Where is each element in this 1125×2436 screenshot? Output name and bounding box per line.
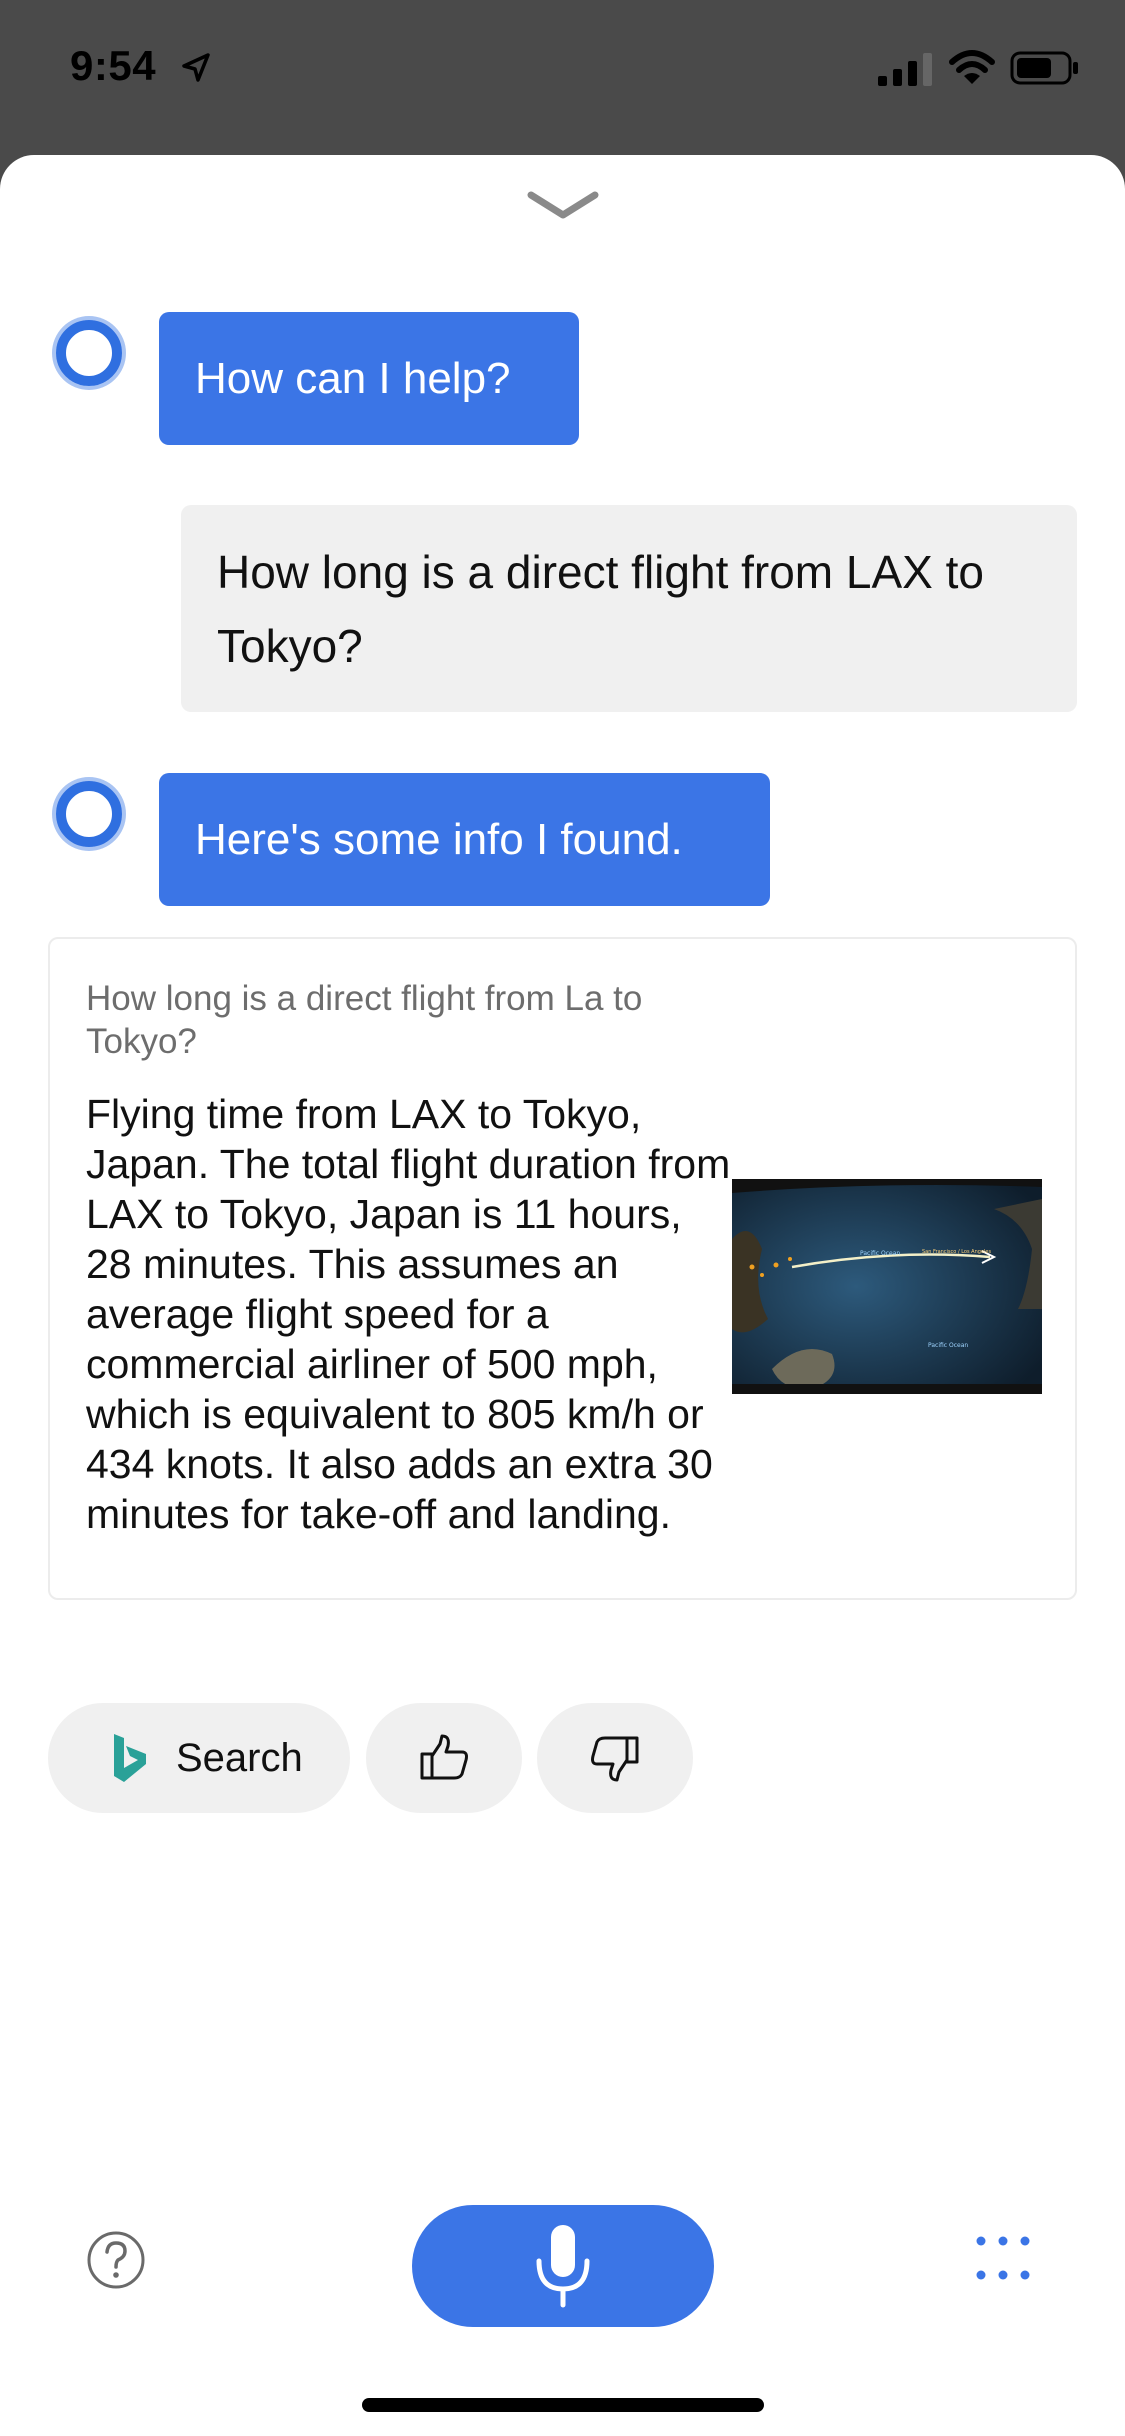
more-dots-icon[interactable] — [975, 2233, 1031, 2283]
help-icon[interactable] — [86, 2230, 146, 2290]
user-query-text: How long is a direct flight from LAX to … — [217, 546, 984, 672]
bing-logo-icon — [114, 1734, 146, 1782]
search-button-label: Search — [176, 1735, 303, 1780]
assistant-response-text: Here's some info I found. — [195, 814, 683, 864]
battery-icon — [1010, 51, 1078, 85]
search-button[interactable]: Search — [48, 1703, 350, 1813]
status-time: 9:54 — [70, 42, 157, 89]
assistant-greeting-bubble: How can I help? — [159, 312, 579, 445]
like-button[interactable] — [366, 1703, 522, 1813]
cortana-icon — [56, 781, 122, 847]
answer-card-body: Flying time from LAX to Tokyo, Japan. Th… — [86, 1091, 731, 1537]
answer-card[interactable]: How long is a direct flight from La to T… — [48, 937, 1077, 1600]
answer-card-question: How long is a direct flight from La to T… — [86, 979, 643, 1061]
microphone-button[interactable] — [412, 2205, 714, 2327]
thumbs-down-icon — [591, 1736, 639, 1782]
wifi-icon — [949, 50, 995, 84]
cortana-icon — [56, 320, 122, 386]
assistant-greeting-text: How can I help? — [195, 353, 511, 403]
location-arrow-icon — [182, 53, 210, 82]
chevron-down-icon[interactable] — [525, 185, 601, 225]
assistant-sheet: How can I help? How long is a direct fli… — [0, 155, 1125, 2436]
status-bar: 9:54 — [0, 0, 1125, 150]
thumbs-up-icon — [420, 1734, 468, 1780]
cellular-signal-icon — [878, 53, 932, 86]
flight-map-image[interactable]: Pacific Ocean San Francisco / Los Angele… — [732, 1179, 1042, 1394]
dislike-button[interactable] — [537, 1703, 693, 1813]
microphone-icon — [536, 2225, 590, 2308]
map-label-pacific: Pacific Ocean — [860, 1250, 900, 1257]
user-query-bubble: How long is a direct flight from LAX to … — [181, 505, 1077, 712]
map-label-destinations: San Francisco / Los Angeles — [922, 1249, 991, 1255]
home-indicator[interactable] — [362, 2398, 764, 2412]
assistant-response-bubble: Here's some info I found. — [159, 773, 770, 906]
map-label-pacific-lower: Pacific Ocean — [928, 1342, 968, 1349]
